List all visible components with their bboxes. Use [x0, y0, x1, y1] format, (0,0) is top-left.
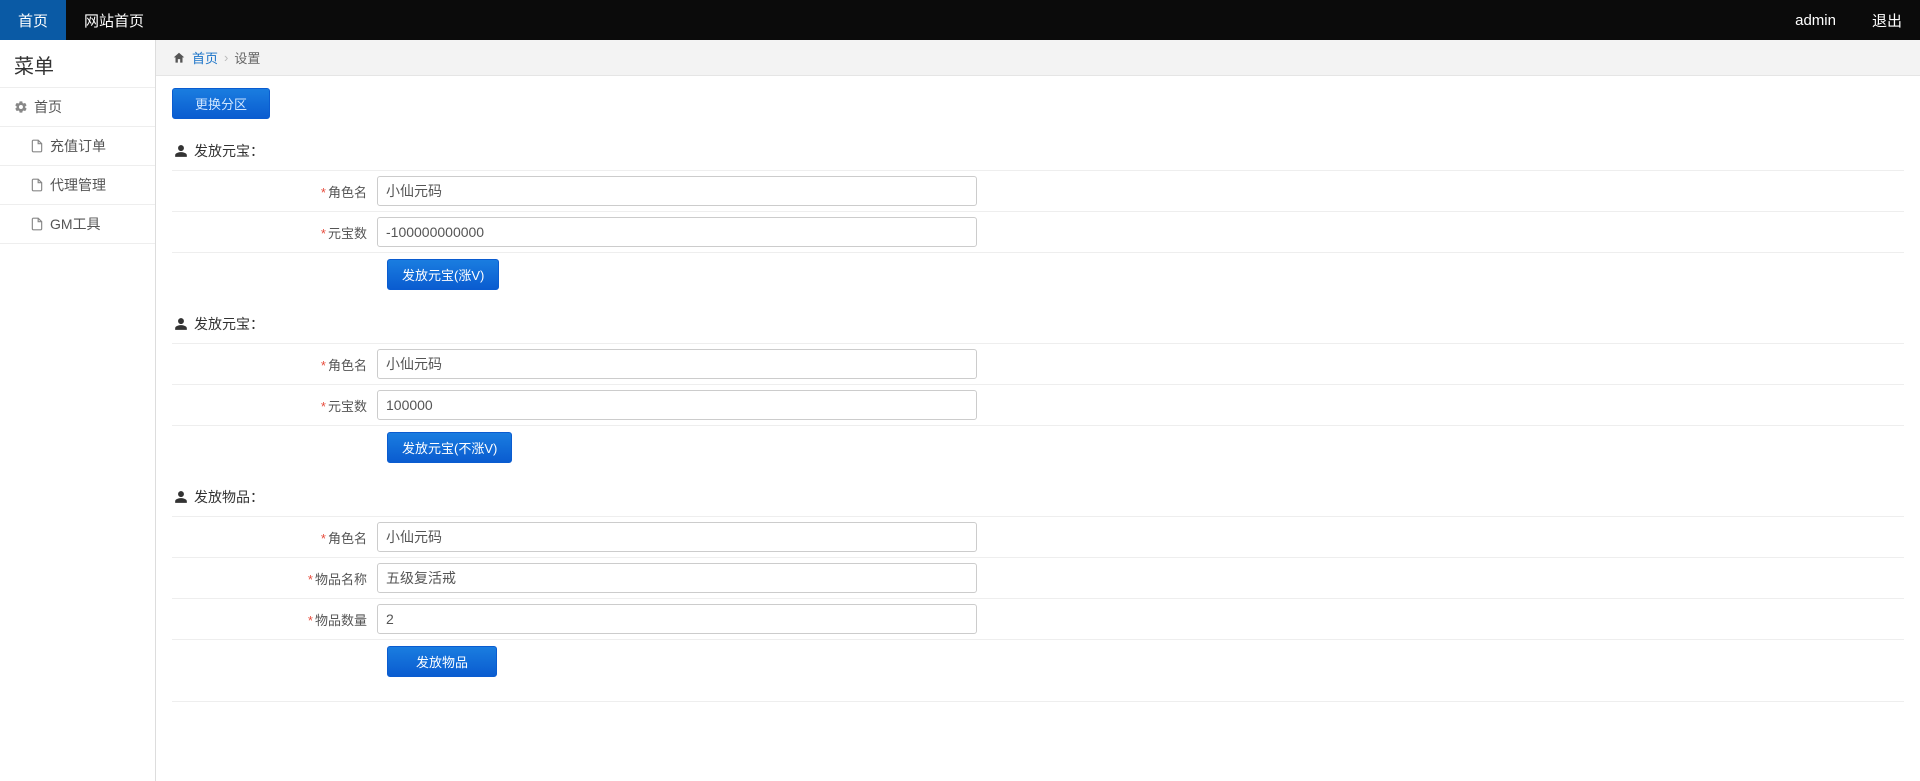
label-item-name: 物品名称: [315, 572, 367, 587]
label-role: 角色名: [328, 358, 367, 373]
input-item-name[interactable]: [377, 563, 977, 593]
panel-yuanbao-2: 发放元宝： *角色名 *元宝数 发放元宝(不涨V): [172, 310, 1904, 469]
nav-user[interactable]: admin: [1777, 0, 1854, 40]
sidebar-item-label: GM工具: [50, 214, 101, 234]
sidebar-item-agent[interactable]: 代理管理: [0, 165, 155, 204]
change-zone-button[interactable]: 更换分区: [172, 88, 270, 119]
panel-yuanbao-1: 发放元宝： *角色名 *元宝数 发放元宝(涨V): [172, 137, 1904, 296]
label-role: 角色名: [328, 531, 367, 546]
input-item-qty[interactable]: [377, 604, 977, 634]
label-role: 角色名: [328, 185, 367, 200]
sidebar: 菜单 首页 充值订单 代理管理: [0, 40, 156, 781]
nav-logout[interactable]: 退出: [1854, 0, 1920, 40]
separator: [172, 701, 1904, 702]
user-icon: [174, 490, 188, 504]
sidebar-item-label: 充值订单: [50, 136, 106, 156]
panel-item: 发放物品： *角色名 *物品名称 *物品数量 发放物品: [172, 483, 1904, 683]
panel-title-text: 发放元宝：: [194, 141, 264, 161]
sidebar-title: 菜单: [0, 40, 155, 87]
button-grant-yuanbao-nv[interactable]: 发放元宝(不涨V): [387, 432, 512, 463]
breadcrumb-sep: ›: [224, 50, 228, 65]
breadcrumb-current: 设置: [234, 48, 260, 67]
input-role-3[interactable]: [377, 522, 977, 552]
breadcrumb: 首页 › 设置: [156, 40, 1920, 76]
file-icon: [30, 139, 44, 153]
button-grant-yuanbao-v[interactable]: 发放元宝(涨V): [387, 259, 499, 290]
input-role-1[interactable]: [377, 176, 977, 206]
sidebar-root-label: 首页: [34, 97, 62, 117]
main: 首页 › 设置 更换分区 发放元宝： *角色名 *元宝数: [156, 40, 1920, 781]
file-icon: [30, 178, 44, 192]
sidebar-item-gmtools[interactable]: GM工具: [0, 204, 155, 243]
nav-site-home[interactable]: 网站首页: [66, 0, 162, 40]
label-amount: 元宝数: [328, 399, 367, 414]
nav-home[interactable]: 首页: [0, 0, 66, 40]
input-amount-2[interactable]: [377, 390, 977, 420]
panel-title-text: 发放物品：: [194, 487, 264, 507]
breadcrumb-home[interactable]: 首页: [192, 48, 218, 67]
sidebar-root-home[interactable]: 首页: [0, 87, 155, 126]
top-nav: 首页 网站首页 admin 退出: [0, 0, 1920, 40]
gear-icon: [14, 100, 28, 114]
input-amount-1[interactable]: [377, 217, 977, 247]
user-icon: [174, 317, 188, 331]
home-icon: [172, 51, 186, 65]
input-role-2[interactable]: [377, 349, 977, 379]
panel-title-text: 发放元宝：: [194, 314, 264, 334]
user-icon: [174, 144, 188, 158]
label-amount: 元宝数: [328, 226, 367, 241]
sidebar-item-recharge[interactable]: 充值订单: [0, 126, 155, 165]
button-grant-item[interactable]: 发放物品: [387, 646, 497, 677]
sidebar-item-label: 代理管理: [50, 175, 106, 195]
file-icon: [30, 217, 44, 231]
label-item-qty: 物品数量: [315, 613, 367, 628]
